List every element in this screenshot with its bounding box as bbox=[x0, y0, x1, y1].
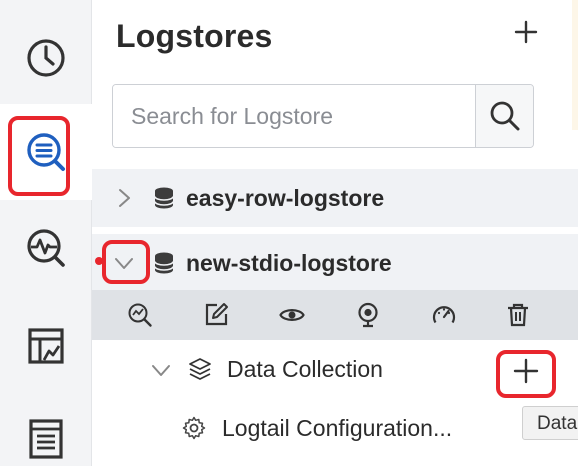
edit-icon[interactable] bbox=[200, 299, 232, 331]
document-list-icon bbox=[29, 419, 63, 459]
add-data-collection-button[interactable] bbox=[502, 351, 550, 391]
database-icon bbox=[154, 187, 174, 209]
logtail-config-label: Logtail Configuration... bbox=[222, 415, 453, 441]
tree-item-data-collection[interactable]: Data Collection bbox=[92, 344, 578, 394]
trash-icon[interactable] bbox=[502, 299, 534, 331]
rail-metrics-button[interactable] bbox=[0, 200, 92, 296]
search-input[interactable] bbox=[113, 85, 475, 147]
rail-history-button[interactable] bbox=[0, 10, 92, 106]
magnifier-icon bbox=[490, 101, 519, 131]
dashboard-chart-icon bbox=[28, 328, 64, 364]
search-button[interactable] bbox=[475, 85, 533, 147]
plus-icon bbox=[514, 20, 538, 44]
logstore-row-new-stdio[interactable]: new-stdio-logstore bbox=[92, 234, 578, 292]
data-collection-label: Data Collection bbox=[227, 356, 383, 382]
database-icon bbox=[154, 252, 174, 274]
rail-dashboard-button[interactable] bbox=[0, 298, 92, 394]
eye-icon[interactable] bbox=[276, 299, 308, 331]
chevron-down-icon[interactable] bbox=[110, 249, 138, 277]
logstore-name: new-stdio-logstore bbox=[186, 249, 392, 276]
logstore-row-easy-row[interactable]: easy-row-logstore bbox=[92, 169, 578, 227]
gear-icon bbox=[182, 416, 206, 440]
panel-edge bbox=[572, 0, 578, 130]
logstore-search bbox=[112, 84, 534, 148]
logstore-panel: Logstores easy-row-logstore bbox=[92, 0, 578, 466]
clock-icon bbox=[27, 39, 65, 77]
webcam-icon[interactable] bbox=[352, 299, 384, 331]
rail-logs-button[interactable] bbox=[0, 390, 92, 466]
tooltip: Data bbox=[522, 406, 578, 440]
notification-dot bbox=[95, 257, 103, 265]
chevron-down-icon[interactable] bbox=[147, 356, 175, 384]
add-logstore-button[interactable] bbox=[506, 12, 546, 52]
plus-icon bbox=[513, 358, 539, 384]
logstore-name: easy-row-logstore bbox=[186, 184, 385, 211]
tree-item-logtail-config[interactable]: Logtail Configuration... bbox=[92, 404, 578, 452]
pulse-search-icon bbox=[27, 229, 65, 267]
chevron-right-icon[interactable] bbox=[110, 184, 138, 212]
icon-rail bbox=[0, 0, 92, 466]
search-chart-icon[interactable] bbox=[124, 299, 156, 331]
logstore-toolbar bbox=[92, 290, 578, 340]
search-list-icon bbox=[27, 133, 65, 171]
rail-query-button[interactable] bbox=[0, 104, 92, 200]
gauge-icon[interactable] bbox=[428, 299, 460, 331]
page-title: Logstores bbox=[116, 18, 273, 54]
layers-icon bbox=[189, 358, 211, 380]
